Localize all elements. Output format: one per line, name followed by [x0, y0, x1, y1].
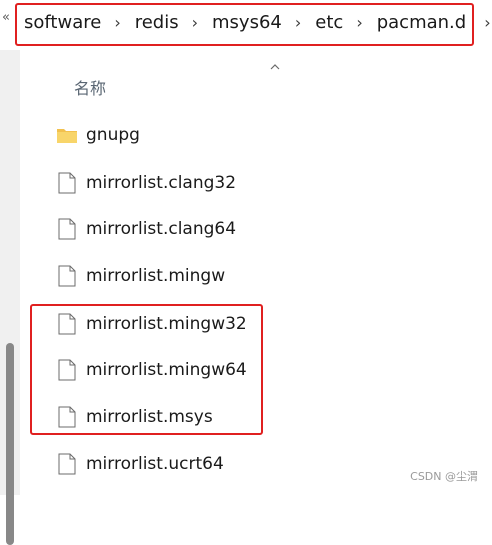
chevron-right-icon[interactable]: › [484, 9, 490, 37]
folder-icon [56, 123, 78, 147]
breadcrumb-item-etc[interactable]: etc [315, 9, 343, 37]
list-item-file[interactable]: mirrorlist.clang64 [56, 210, 236, 248]
name-column-header[interactable]: 名称 [74, 75, 106, 99]
chevron-right-icon[interactable]: › [295, 9, 301, 37]
breadcrumb-item-redis[interactable]: redis [135, 9, 179, 37]
chevron-right-icon[interactable]: › [114, 9, 120, 37]
file-name: mirrorlist.clang32 [86, 173, 237, 193]
file-icon [56, 171, 78, 195]
file-name: mirrorlist.mingw64 [86, 360, 247, 380]
address-bar: « software › redis › msys64 › etc › pacm… [0, 0, 492, 50]
file-name: mirrorlist.mingw32 [86, 314, 247, 334]
list-item-file[interactable]: mirrorlist.clang32 [56, 164, 236, 202]
file-icon [56, 264, 78, 288]
list-item-file[interactable]: mirrorlist.mingw [56, 257, 225, 295]
breadcrumb: software › redis › msys64 › etc › pacman… [24, 9, 492, 37]
file-name: mirrorlist.msys [86, 407, 213, 427]
file-name: mirrorlist.ucrt64 [86, 454, 224, 474]
list-item-file[interactable]: mirrorlist.mingw64 [56, 351, 247, 389]
vertical-scrollbar[interactable] [0, 50, 20, 545]
breadcrumb-item-pacman-d[interactable]: pacman.d [377, 9, 466, 37]
file-icon [56, 217, 78, 241]
file-name: gnupg [86, 125, 140, 145]
file-icon [56, 452, 78, 476]
file-list: 名称 gnupg mirrorlist.clang32 mirrorlist.c… [20, 50, 492, 495]
scrollbar-thumb[interactable] [6, 343, 14, 545]
sort-up-icon[interactable] [270, 62, 280, 72]
breadcrumb-item-software[interactable]: software [24, 9, 101, 37]
watermark: CSDN @尘渭 [410, 470, 478, 483]
list-item-file[interactable]: mirrorlist.ucrt64 [56, 445, 224, 483]
chevron-right-icon[interactable]: › [356, 9, 362, 37]
list-item-file[interactable]: mirrorlist.mingw32 [56, 305, 247, 343]
file-name: mirrorlist.clang64 [86, 219, 237, 239]
file-icon [56, 312, 78, 336]
file-icon [56, 405, 78, 429]
chevron-right-icon[interactable]: › [192, 9, 198, 37]
file-name: mirrorlist.mingw [86, 266, 226, 286]
list-item-folder[interactable]: gnupg [56, 116, 140, 154]
breadcrumb-item-msys64[interactable]: msys64 [212, 9, 282, 37]
breadcrumb-overflow-button[interactable]: « [2, 10, 10, 25]
list-item-file[interactable]: mirrorlist.msys [56, 398, 213, 436]
file-icon [56, 358, 78, 382]
